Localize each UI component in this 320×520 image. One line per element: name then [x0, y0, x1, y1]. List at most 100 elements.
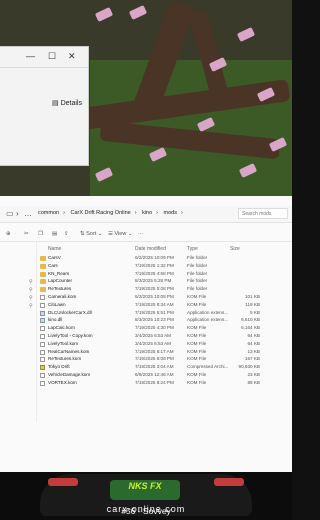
- close-icon[interactable]: ✕: [68, 51, 76, 62]
- file-name: LivelyTool.kom: [48, 340, 79, 346]
- chevron-right-icon[interactable]: ›: [16, 209, 19, 218]
- file-row[interactable]: ReTextures 7/19/2025 5:08 PM File folder: [40, 286, 290, 294]
- tail-light: [214, 478, 244, 486]
- address-bar[interactable]: ▭ › … common › CarX Drift Racing Online › …: [0, 206, 292, 223]
- breadcrumb[interactable]: common › CarX Drift Racing Online › kino › …: [38, 210, 187, 216]
- breadcrumb-item[interactable]: common: [38, 210, 59, 216]
- column-header-type[interactable]: Type: [187, 246, 198, 252]
- breadcrumb-item[interactable]: mods: [164, 210, 177, 216]
- new-icon[interactable]: ⊕: [6, 231, 11, 237]
- file-date: 7/19/2025 3:04 AM: [135, 364, 174, 370]
- file-name: DLCUnlockerCarX.dll: [48, 309, 92, 315]
- file-type: Application extens...: [187, 317, 229, 323]
- file-size: 167 KB: [244, 356, 260, 362]
- file-date: 7/19/2025 8:34 AM: [135, 301, 174, 307]
- pin-icon: ⚲: [29, 303, 33, 309]
- file-name: kino.dll: [48, 317, 63, 323]
- sort-button[interactable]: ⇅ Sort ⌄: [80, 231, 102, 237]
- file-name: ReTextures.kom: [48, 356, 82, 362]
- file-size: 64 KB: [247, 332, 260, 338]
- file-date: 7/19/2025 5:51 PM: [135, 309, 174, 315]
- file-name: Tokyo Drift: [48, 364, 70, 370]
- folder-icon: [40, 279, 46, 285]
- file-type: KOM File: [187, 332, 207, 338]
- dll-icon: [40, 318, 45, 324]
- more-icon[interactable]: …: [24, 209, 32, 218]
- file-row[interactable]: VehicleDamage.kom 6/9/2025 12:46 AM KOM Fi…: [40, 372, 290, 380]
- cut-icon[interactable]: ✂: [24, 231, 29, 237]
- file-size: 90,930 KB: [238, 364, 260, 370]
- file-date: 7/19/2025 6:17 AM: [135, 348, 174, 354]
- file-type: Application extens...: [187, 309, 229, 315]
- maximize-icon[interactable]: ☐: [48, 51, 56, 62]
- file-icon: [40, 357, 45, 363]
- file-icon: [40, 380, 45, 386]
- file-row[interactable]: ReTextures.kom 7/19/2025 8:06 PM KOM File 1…: [40, 356, 290, 364]
- command-bar: ⊕ ✂ ❐ ▤ ⇪ ⇅ Sort ⌄ ☰ View ⌄ ···: [0, 229, 292, 242]
- file-row[interactable]: KN_Rears 7/19/2025 4:58 PM File folder: [40, 271, 290, 279]
- share-icon[interactable]: ⇪: [64, 231, 69, 237]
- file-row[interactable]: Camerali.kom 6/2/2025 10:08 PM KOM File 101…: [40, 294, 290, 302]
- minimize-icon[interactable]: —: [26, 51, 35, 61]
- folder-icon: [40, 271, 46, 277]
- copy-icon[interactable]: ❐: [38, 231, 43, 237]
- folder-icon: [40, 263, 46, 269]
- desktop-icon[interactable]: ▭: [6, 209, 14, 218]
- file-icon: [40, 372, 45, 378]
- file-date: 7/19/2025 5:08 PM: [135, 286, 174, 292]
- file-type: Compressed Archi...: [187, 364, 229, 370]
- file-row[interactable]: VORTEX.kom 7/19/2025 8:24 PM KOM File 89 KB: [40, 380, 290, 388]
- background-explorer-window[interactable]: — ☐ ✕ ▤ Details: [0, 46, 89, 166]
- file-row[interactable]: LapCalc.kom 7/19/2025 4:30 PM KOM File 6,16…: [40, 325, 290, 333]
- file-size: 119 KB: [245, 301, 260, 307]
- file-name: RealCarNames.kom: [48, 348, 90, 354]
- file-size: 64 KB: [247, 340, 260, 346]
- column-header-size[interactable]: Size: [230, 246, 240, 252]
- file-type: KOM File: [187, 325, 207, 331]
- breadcrumb-item[interactable]: kino: [142, 210, 152, 216]
- file-row[interactable]: Tokyo Drift 7/19/2025 3:04 AM Compressed A…: [40, 364, 290, 372]
- search-input[interactable]: Search mods: [238, 208, 288, 219]
- file-list: CarsV 6/2/2025 10:09 PM File folder Cars 7/1…: [40, 255, 290, 388]
- file-row[interactable]: LapCounter 8/3/2025 5:28 PM File folder: [40, 278, 290, 286]
- file-name: LapCounter: [48, 278, 73, 284]
- file-row[interactable]: CitiLawn 7/19/2025 8:34 AM KOM File 119 KB: [40, 302, 290, 310]
- file-row[interactable]: Cars 7/19/2025 1:32 PM File folder: [40, 263, 290, 271]
- file-type: KOM File: [187, 379, 207, 385]
- details-button[interactable]: ▤ Details: [52, 99, 82, 107]
- file-name: Camerali.kom: [48, 293, 77, 299]
- file-date: 6/2/2025 10:08 PM: [135, 293, 174, 299]
- file-size: 6,610 KB: [241, 317, 260, 323]
- file-row[interactable]: CarsV 6/2/2025 10:09 PM File folder: [40, 255, 290, 263]
- paste-icon[interactable]: ▤: [52, 231, 57, 237]
- file-row[interactable]: LivelyTool.kom 3/4/2025 6:53 AM KOM File 64…: [40, 341, 290, 349]
- file-row[interactable]: kino.dll 8/3/2025 10:23 PM Application ext…: [40, 317, 290, 325]
- chevron-right-icon: ›: [156, 210, 158, 216]
- file-date: 6/2/2025 10:09 PM: [135, 255, 174, 260]
- pin-icon: ⚲: [29, 287, 33, 293]
- view-label: View: [114, 231, 127, 237]
- file-type: KOM File: [187, 348, 207, 354]
- file-size: 13 KB: [247, 348, 260, 354]
- file-type: KOM File: [187, 293, 207, 299]
- folder-icon: [40, 256, 46, 261]
- file-date: 7/19/2025 4:30 PM: [135, 325, 174, 331]
- file-name: LapCalc.kom: [48, 325, 75, 331]
- game-scene: — ☐ ✕ ▤ Details: [0, 0, 292, 196]
- column-header-name[interactable]: Name: [48, 246, 61, 252]
- chevron-right-icon: ›: [180, 210, 183, 216]
- navigation-pane[interactable]: ⚲ ⚲ ⚲ ⚲: [0, 242, 37, 422]
- file-icon: [40, 341, 45, 347]
- breadcrumb-item[interactable]: CarX Drift Racing Online: [70, 210, 130, 216]
- file-type: File folder: [187, 270, 208, 276]
- details-label: Details: [60, 100, 82, 107]
- column-header-date[interactable]: Date modified: [135, 246, 166, 252]
- file-row[interactable]: DLCUnlockerCarX.dll 7/19/2025 5:51 PM Appl…: [40, 310, 290, 318]
- file-date: 6/9/2025 12:46 AM: [135, 371, 174, 377]
- file-row[interactable]: RealCarNames.kom 7/19/2025 6:17 AM KOM Fil…: [40, 349, 290, 357]
- details-icon: ▤: [52, 100, 61, 107]
- file-row[interactable]: LivelyTool - Copy.kom 3/4/2025 6:53 AM KOM…: [40, 333, 290, 341]
- file-icon: [40, 349, 45, 355]
- view-button[interactable]: ☰ View ⌄: [108, 231, 132, 237]
- more-options-icon[interactable]: ···: [138, 231, 144, 237]
